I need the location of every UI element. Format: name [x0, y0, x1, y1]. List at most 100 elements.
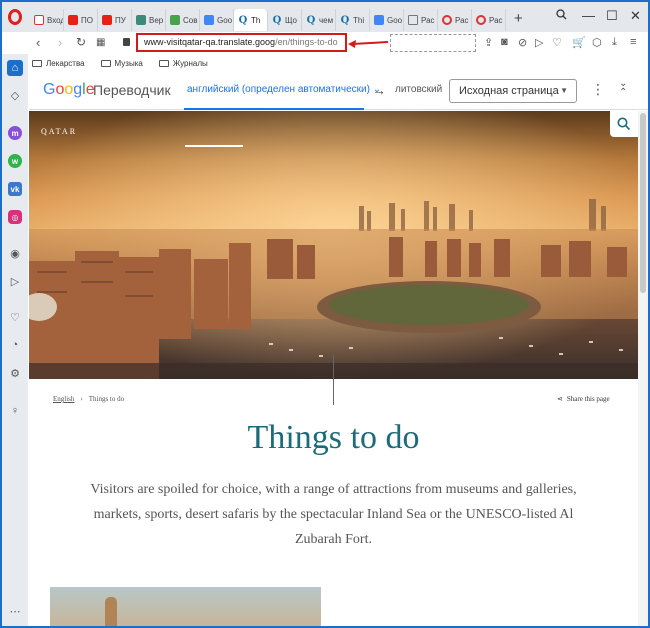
bookmark-folder[interactable]: Лекарства — [32, 56, 85, 70]
url-field[interactable]: www-visitqatar-qa.translate.goog/en/thin… — [136, 33, 347, 52]
reload-icon[interactable]: ↻ — [76, 35, 86, 49]
tab[interactable]: Qчем — [302, 9, 336, 31]
tab[interactable]: Вход — [30, 9, 64, 31]
target-language-selector[interactable]: литовский — [395, 84, 442, 95]
share-icon[interactable]: ⇪ — [484, 36, 493, 49]
green-tile-icon — [170, 15, 180, 25]
speed-dial-grid-icon[interactable]: ▦ — [96, 37, 105, 48]
url-host: www-visitqatar-qa.translate.goog — [144, 37, 276, 47]
gmail-icon — [34, 15, 44, 25]
site-logo[interactable]: QATAR — [41, 127, 77, 136]
annotation-arrow — [348, 40, 388, 48]
adblock-icon[interactable]: ⊘ — [518, 36, 527, 49]
breadcrumb-home-link[interactable]: English — [53, 395, 74, 403]
google-translate-icon — [374, 15, 384, 25]
qatar-q-icon: Q — [306, 14, 316, 26]
tab-list: Вход ПО ПУ Вер Сов Goo Q Th Q Що Qчем Q Thi… — [30, 9, 506, 31]
diamond-icon[interactable]: ◇ — [8, 88, 22, 102]
qatar-q-icon: Q — [272, 14, 282, 26]
share-page-link[interactable]: ⋖ Share this page — [557, 395, 610, 403]
qatar-q-icon: Q — [238, 14, 248, 26]
translate-bar: Google Переводчик английский (определен … — [29, 72, 648, 110]
more-dots-icon[interactable]: ⋯ — [8, 604, 22, 618]
bookmark-folder[interactable]: Журналы — [158, 56, 208, 70]
tab[interactable]: Goo — [370, 9, 404, 31]
tab[interactable]: Рас — [404, 9, 438, 31]
tips-lightbulb-icon[interactable]: ♀ — [8, 404, 22, 418]
annotation-dotted-box — [390, 34, 476, 52]
collapse-icon[interactable]: ⌄ ⌃ — [619, 79, 627, 98]
tab[interactable]: ПУ — [98, 9, 132, 31]
close-icon[interactable]: ✕ — [630, 8, 641, 24]
tab[interactable]: Q Що — [268, 9, 302, 31]
home-icon[interactable]: ⌂ — [7, 60, 23, 76]
site-search-button[interactable] — [610, 111, 638, 137]
send-icon[interactable]: ▷ — [535, 36, 543, 49]
snapshot-icon[interactable]: ◙ — [501, 36, 508, 48]
minaret-illustration — [105, 597, 117, 626]
scrollbar-thumb[interactable] — [640, 113, 646, 293]
folder-icon — [158, 59, 169, 67]
url-path: /en/things-to-do — [275, 37, 338, 47]
caret-down-icon: ▼ — [560, 86, 568, 95]
page-title: Things to do — [247, 419, 420, 456]
heart-icon[interactable]: ♡ — [552, 36, 562, 49]
breadcrumb-current: Things to do — [88, 395, 125, 403]
view-mode-dropdown[interactable]: Исходная страница ▼ — [449, 79, 577, 103]
lock-icon[interactable] — [123, 38, 130, 46]
bookmarks-bar: Лекарства Музыка Журналы — [32, 56, 208, 70]
translator-title: Переводчик — [93, 82, 171, 98]
tab[interactable]: Q Thi — [336, 9, 370, 31]
tab[interactable]: Рас — [472, 9, 506, 31]
arrow-right-icon: → — [372, 82, 386, 98]
cart-icon[interactable]: 🛒 — [572, 36, 586, 49]
whatsapp-icon[interactable]: w — [8, 154, 22, 168]
minimize-icon[interactable]: — — [582, 8, 595, 23]
history-clock-icon[interactable]: ◔ — [8, 338, 22, 352]
source-language-underline — [184, 108, 364, 110]
scroll-indicator-line — [333, 355, 334, 405]
more-options-icon[interactable]: ⋮ — [591, 81, 605, 98]
browser-window: Вход ПО ПУ Вер Сов Goo Q Th Q Що Qчем Q Thi… — [0, 0, 650, 628]
google-logo: Google — [43, 81, 95, 98]
instagram-icon[interactable]: ◎ — [8, 210, 22, 224]
page-scrollbar[interactable] — [638, 111, 648, 626]
player-icon[interactable]: ◉ — [8, 246, 22, 260]
youtube-icon — [102, 15, 112, 25]
new-tab-plus-icon[interactable]: + — [514, 10, 523, 27]
tab[interactable]: Вер — [132, 9, 166, 31]
tab[interactable]: Рас — [438, 9, 472, 31]
favorites-heart-icon[interactable]: ♡ — [8, 310, 22, 324]
forward-icon[interactable]: › — [58, 35, 62, 50]
breadcrumb-separator-icon: › — [80, 395, 83, 403]
flow-icon[interactable]: ▷ — [8, 274, 22, 288]
menu-icon[interactable]: ≡ — [630, 36, 636, 48]
vk-icon[interactable]: vk — [8, 182, 22, 196]
tab[interactable]: ПО — [64, 9, 98, 31]
bookmark-folder[interactable]: Музыка — [100, 56, 143, 70]
tab-active[interactable]: Q Th — [234, 9, 268, 31]
settings-gear-icon[interactable]: ⚙ — [8, 366, 22, 380]
google-icon — [204, 15, 214, 25]
opera-icon — [442, 15, 452, 25]
back-icon[interactable]: ‹ — [36, 35, 40, 50]
cube-icon — [408, 15, 418, 25]
qatar-q-icon: Q — [340, 14, 350, 26]
tab[interactable]: Сов — [166, 9, 200, 31]
source-language-selector[interactable]: английский (определен автоматически) ⌄ — [187, 84, 381, 95]
tile-icon — [136, 15, 146, 25]
tab[interactable]: Goo — [200, 9, 234, 31]
youtube-icon — [68, 15, 78, 25]
web-page: QATAR English › Things to do ⋖ Share thi… — [29, 111, 638, 626]
breadcrumb: English › Things to do — [53, 395, 124, 403]
opera-icon — [476, 15, 486, 25]
download-icon[interactable]: ⤓ — [612, 36, 617, 49]
opera-menu-icon[interactable] — [8, 9, 22, 25]
attraction-card-image[interactable] — [50, 587, 321, 626]
share-nodes-icon: ⋖ — [557, 395, 563, 403]
address-bar: ‹ › ↻ ▦ www-visitqatar-qa.translate.goog… — [2, 32, 648, 54]
tab-search-icon[interactable] — [556, 8, 567, 23]
messenger-icon[interactable]: m — [8, 126, 22, 140]
maximize-icon[interactable]: ☐ — [606, 8, 618, 24]
extensions-cube-icon[interactable]: ⬡ — [592, 36, 602, 49]
